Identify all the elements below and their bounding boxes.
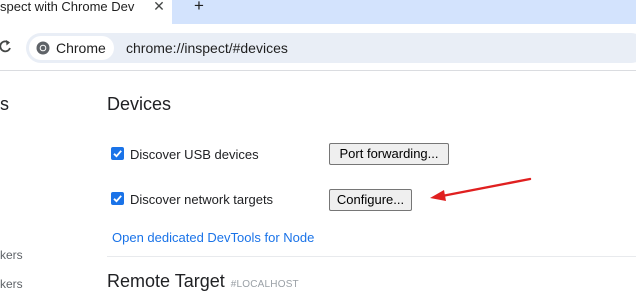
devices-heading: Devices	[107, 94, 172, 114]
sidebar-item-workers-2[interactable]: kers	[0, 277, 23, 291]
active-tab[interactable]: spect with Chrome Dev ✕	[0, 0, 172, 24]
url-text[interactable]: chrome://inspect/#devices	[126, 40, 288, 56]
annotation-arrow-icon	[430, 177, 532, 201]
discover-network-label: Discover network targets	[130, 192, 274, 207]
discover-usb-label: Discover USB devices	[130, 147, 259, 162]
address-bar[interactable]: Chrome chrome://inspect/#devices	[26, 33, 636, 63]
browser-toolbar: Chrome chrome://inspect/#devices	[0, 24, 636, 71]
close-tab-icon[interactable]: ✕	[152, 0, 166, 14]
discover-usb-checkbox[interactable]	[111, 147, 124, 160]
sidebar-item-workers-1[interactable]: kers	[0, 248, 23, 262]
checkmark-icon	[113, 195, 122, 203]
chip-label: Chrome	[56, 40, 106, 56]
checkmark-icon	[113, 150, 122, 158]
localhost-label: #LOCALHOST	[230, 279, 299, 290]
sidebar-heading: s	[0, 94, 9, 114]
section-divider	[107, 256, 636, 257]
remote-target-heading: Remote Target #LOCALHOST	[107, 271, 299, 292]
new-tab-button[interactable]: +	[190, 0, 208, 14]
site-info-chip[interactable]: Chrome	[29, 36, 114, 60]
tab-title: spect with Chrome Dev	[0, 0, 135, 14]
remote-target-title: Remote Target	[107, 271, 225, 291]
discover-network-checkbox[interactable]	[111, 192, 124, 205]
configure-button[interactable]: Configure...	[329, 189, 412, 211]
tab-strip: spect with Chrome Dev ✕ +	[0, 0, 636, 24]
chrome-logo-icon	[36, 41, 50, 55]
port-forwarding-button[interactable]: Port forwarding...	[329, 143, 449, 165]
reload-icon[interactable]	[0, 38, 12, 54]
open-node-devtools-link[interactable]: Open dedicated DevTools for Node	[112, 230, 314, 245]
